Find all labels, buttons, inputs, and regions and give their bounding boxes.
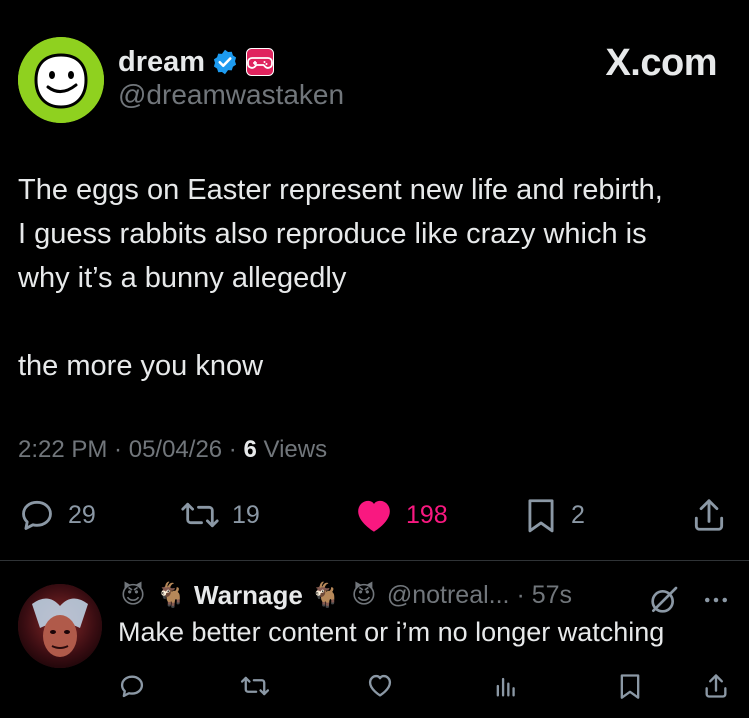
tweet-meta: 2:22 PM · 05/04/26 · 6 Views	[18, 436, 327, 464]
like-count: 198	[406, 500, 448, 529]
reply-text: Make better content or i’m no longer wat…	[118, 617, 665, 647]
tweet-text-line: I guess rabbits also reproduce like craz…	[18, 218, 647, 250]
tweet-date[interactable]: 05/04/26	[129, 436, 222, 464]
author-info: dream @dreamwastaken	[118, 45, 344, 111]
bookmark-icon[interactable]	[616, 672, 644, 700]
bookmark-count: 2	[571, 500, 585, 529]
reply-button[interactable]: 29	[18, 496, 96, 534]
share-icon[interactable]	[702, 672, 730, 700]
reply-avatar[interactable]	[18, 584, 102, 668]
reply-time[interactable]: 57s	[532, 581, 572, 610]
author-avatar[interactable]	[18, 37, 104, 123]
share-button[interactable]	[690, 496, 728, 534]
grok-icon[interactable]	[648, 584, 680, 616]
share-icon	[694, 499, 724, 531]
tweet-actions: 29 19 198 2	[18, 496, 730, 542]
bookmark-button[interactable]: 2	[523, 496, 585, 534]
goat-emoji: 🐐	[156, 581, 186, 609]
tweet-text-line: the more you know	[18, 350, 264, 382]
tweet-time[interactable]: 2:22 PM	[18, 436, 107, 464]
goat-emoji: 🐐	[310, 581, 341, 609]
reply-avatar-image	[18, 584, 102, 668]
tweet-text-line: why it’s a bunny allegedly	[18, 262, 347, 294]
repost-icon[interactable]	[240, 672, 270, 700]
author-display-name[interactable]: dream	[118, 46, 205, 79]
like-button[interactable]: 198	[354, 496, 448, 534]
reply-header: 😈 🐐 Warnage 🐐 😈 @notreal... · 57s	[118, 580, 572, 611]
repost-icon	[181, 502, 219, 528]
tweet-text: The eggs on Easter represent new life an…	[18, 168, 733, 388]
reply-icon[interactable]	[118, 672, 146, 700]
reply-separator: ·	[509, 581, 532, 609]
reply-count: 29	[68, 500, 96, 529]
reply-actions	[118, 672, 730, 700]
meta-separator: ·	[107, 436, 129, 463]
divider	[0, 560, 749, 561]
like-icon[interactable]	[366, 672, 394, 700]
devil-emoji: 😈	[351, 581, 377, 609]
meta-separator: ·	[222, 436, 244, 463]
dream-face-logo	[18, 37, 104, 123]
views-count: 6	[243, 436, 257, 463]
views-label: Views	[256, 436, 328, 463]
like-icon	[358, 500, 390, 532]
bookmark-icon	[528, 499, 554, 533]
reply-icon	[22, 500, 52, 530]
verified-badge-icon	[213, 49, 237, 75]
brand-label: X.com	[605, 42, 717, 84]
devil-emoji: 😈	[120, 581, 146, 609]
reply-display-name[interactable]: Warnage	[194, 580, 303, 611]
tweet-text-line: The eggs on Easter represent new life an…	[18, 174, 663, 206]
gamepad-badge-icon	[246, 48, 275, 76]
repost-count: 19	[232, 500, 260, 529]
views-icon[interactable]	[492, 672, 520, 700]
author-handle[interactable]: @dreamwastaken	[118, 79, 344, 111]
repost-button[interactable]: 19	[180, 496, 260, 534]
reply-handle[interactable]: @notreal...	[387, 581, 510, 610]
more-icon[interactable]	[701, 585, 731, 615]
